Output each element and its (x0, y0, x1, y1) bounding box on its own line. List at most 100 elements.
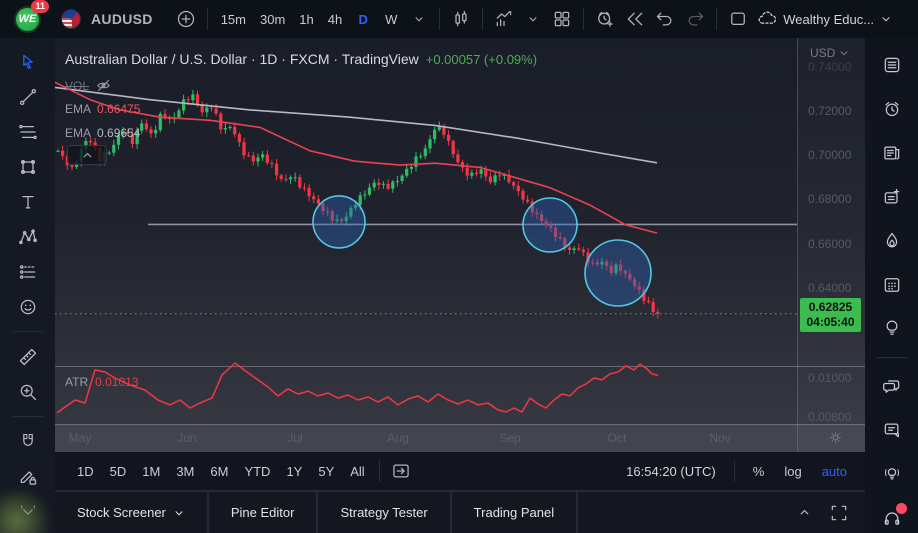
timeframe-expand-button[interactable] (405, 5, 433, 33)
economic-calendar-button[interactable] (876, 269, 908, 300)
text-notes-button[interactable] (876, 181, 908, 212)
volume-legend-row[interactable]: VOL (65, 77, 112, 94)
compare-add-symbol-button[interactable] (171, 5, 201, 33)
notifications-button[interactable] (876, 502, 908, 533)
ema-slow-legend-row[interactable]: EMA 0.69654 (65, 126, 140, 140)
range-6m[interactable]: 6M (202, 464, 236, 479)
timeframe-d[interactable]: D (349, 5, 377, 33)
text-tool-button[interactable] (11, 188, 45, 215)
range-all[interactable]: All (342, 464, 372, 479)
go-to-date-button[interactable] (386, 457, 416, 485)
alerts-button[interactable] (876, 94, 908, 125)
range-ytd[interactable]: YTD (236, 464, 278, 479)
timeframe-15m[interactable]: 15m (214, 5, 253, 33)
tab-stock-screener[interactable]: Stock Screener (55, 492, 207, 533)
price-tick: 0.64000 (808, 281, 852, 295)
news-button[interactable] (876, 138, 908, 169)
percent-scale-button[interactable]: % (745, 464, 773, 479)
eye-off-icon[interactable] (95, 77, 112, 94)
chart-type-button[interactable] (446, 5, 476, 33)
atr-chart[interactable] (55, 362, 797, 424)
price-axis[interactable]: USD 0.62825 04:05:40 0.74000 0.72000 0.700… (798, 38, 865, 452)
range-group: 1D 5D 1M 3M 6M YTD 1Y 5Y All (69, 464, 373, 479)
range-1d[interactable]: 1D (69, 464, 102, 479)
atr-legend-row[interactable]: ATR 0.01013 (65, 375, 139, 389)
atr-tick: 0.01000 (808, 371, 852, 385)
legend-collapse-button[interactable] (67, 145, 107, 165)
public-chats-button[interactable] (876, 371, 908, 402)
indicator-templates-button[interactable] (519, 5, 547, 33)
ideas-button[interactable] (876, 313, 908, 344)
month-label-aug: Aug (387, 431, 409, 445)
range-5y[interactable]: 5Y (310, 464, 342, 479)
panel-maximize-icon[interactable] (829, 503, 849, 523)
zoom-in-tool-button[interactable] (11, 378, 45, 405)
tab-pine-editor[interactable]: Pine Editor (208, 492, 317, 533)
tradingview-app: WE 11 AUDUSD 15m 30m 1h 4h D W Wealthy Educ..… (0, 0, 918, 533)
broker-logo[interactable]: WE 11 (0, 0, 55, 33)
chart-legend-title[interactable]: Australian Dollar / U.S. Dollar · 1D · F… (65, 51, 537, 67)
panel-collapse-icon[interactable] (798, 506, 811, 519)
trendline-tool-button[interactable] (11, 83, 45, 110)
shapes-tool-button[interactable] (11, 153, 45, 180)
timeframe-1h[interactable]: 1h (292, 5, 320, 33)
range-5d[interactable]: 5D (102, 464, 135, 479)
emoji-tool-button[interactable] (11, 293, 45, 320)
screenshot-icon (728, 9, 748, 29)
forecast-tool-button[interactable] (11, 258, 45, 285)
range-1m[interactable]: 1M (134, 464, 168, 479)
clock-utc[interactable]: 16:54:20 (UTC) (618, 464, 724, 479)
replay-icon (625, 9, 645, 29)
timeframe-w[interactable]: W (377, 5, 405, 33)
toolbar-separator (206, 8, 208, 30)
ema-fast-legend-row[interactable]: EMA 0.66475 (65, 102, 140, 116)
price-tick: 0.68000 (808, 192, 852, 206)
axis-currency-label: USD (810, 46, 836, 60)
chevron-up-icon (81, 149, 94, 162)
watchlist-button[interactable] (876, 50, 908, 81)
drawing-lock-tool-button[interactable] (11, 463, 45, 490)
layout-grid-button[interactable] (547, 5, 577, 33)
bar-replay-button[interactable] (620, 5, 650, 33)
notification-dot (895, 503, 907, 515)
indicators-button[interactable] (489, 5, 519, 33)
month-label-jun: Jun (177, 431, 197, 445)
cursor-tool-button[interactable] (11, 48, 45, 75)
tab-strategy-tester[interactable]: Strategy Tester (318, 492, 450, 533)
chart-area[interactable]: May Jun Jul Aug Sep Oct Nov USD 0.62825 04:05:… (54, 38, 865, 452)
cloud-account-menu[interactable]: Wealthy Educ... (757, 9, 892, 29)
month-label-jul: Jul (287, 431, 303, 445)
month-label-nov: Nov (709, 431, 731, 445)
range-1y[interactable]: 1Y (278, 464, 310, 479)
create-alert-button[interactable] (590, 5, 620, 33)
comments-button[interactable] (876, 415, 908, 446)
axis-settings-icon[interactable] (828, 430, 843, 448)
undo-button[interactable] (650, 5, 680, 33)
log-scale-button[interactable]: log (776, 464, 809, 479)
timeframe-4h[interactable]: 4h (321, 5, 349, 33)
redo-button[interactable] (680, 5, 710, 33)
tab-trading-panel[interactable]: Trading Panel (451, 492, 577, 533)
magnet-tool-button[interactable] (11, 428, 45, 455)
timeframe-30m[interactable]: 30m (253, 5, 292, 33)
indicators-icon (494, 9, 514, 29)
time-axis[interactable]: May Jun Jul Aug Sep Oct Nov (55, 425, 865, 452)
ema-label: EMA (65, 102, 92, 116)
bottom-toolbar: 1D 5D 1M 3M 6M YTD 1Y 5Y All 16:54:20 (UTC) % lo… (55, 452, 865, 490)
auto-scale-button[interactable]: auto (814, 464, 855, 479)
symbol-search-button[interactable]: AUDUSD (87, 5, 157, 33)
range-3m[interactable]: 3M (168, 464, 202, 479)
fib-retracement-tool-button[interactable] (11, 118, 45, 145)
price-chart[interactable] (54, 38, 797, 366)
measure-tool-button[interactable] (11, 343, 45, 370)
screenshot-button[interactable] (723, 5, 753, 33)
axis-currency-menu[interactable]: USD (810, 46, 850, 60)
toolbar-separator (378, 460, 380, 482)
streams-button[interactable] (876, 458, 908, 489)
atr-value: 0.01013 (95, 375, 139, 389)
atr-tick: 0.00800 (808, 410, 852, 424)
cloud-icon (757, 9, 777, 29)
redo-icon (685, 9, 705, 29)
hotlists-button[interactable] (876, 225, 908, 256)
pattern-tool-button[interactable] (11, 223, 45, 250)
